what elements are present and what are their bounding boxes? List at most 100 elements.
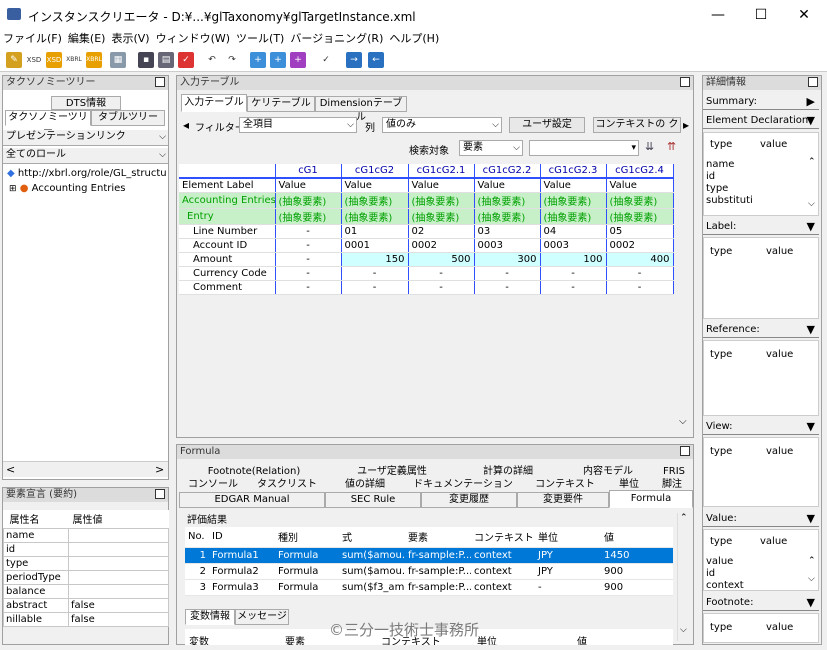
element-declaration-section[interactable]: Element Declaration: ▼	[703, 113, 819, 129]
grid-cell[interactable]: -	[408, 266, 475, 281]
collapse-icon[interactable]: ▼	[807, 322, 815, 338]
grid-cell[interactable]: 100	[540, 252, 607, 267]
add2-icon[interactable]: +	[290, 52, 306, 68]
grid-cell[interactable]: (抽象要素)	[474, 208, 541, 225]
grid-cell[interactable]: (抽象要素)	[341, 192, 409, 209]
scroll-up-icon[interactable]: ⌃	[680, 513, 688, 523]
grid-cell[interactable]: 400	[606, 252, 674, 267]
tab-edgar-manual[interactable]: EDGAR Manual	[179, 492, 325, 508]
grid-cell[interactable]: (抽象要素)	[341, 208, 409, 225]
table-row[interactable]: Entry (抽象要素) (抽象要素) (抽象要素) (抽象要素) (抽象要素)…	[179, 208, 674, 225]
tab-task-list[interactable]: タスクリスト	[247, 478, 327, 492]
grid-cell[interactable]: (抽象要素)	[540, 208, 607, 225]
table-row[interactable]: id	[3, 541, 169, 557]
menu-window[interactable]: ウィンドウ(W)	[153, 30, 233, 48]
grid-cell[interactable]: 150	[341, 252, 409, 267]
context-button[interactable]: コンテキストの ク	[593, 117, 681, 133]
table-row[interactable]: Accounting Entries (抽象要素) (抽象要素) (抽象要素) …	[179, 192, 674, 209]
maximize-icon[interactable]	[680, 446, 690, 456]
table-row[interactable]: 1 Formula1 Formula sum($amou... fr-sample:P.…	[185, 547, 673, 564]
xbrl-icon[interactable]: XBRL	[66, 52, 82, 68]
menu-view[interactable]: 表示(V)	[108, 30, 152, 48]
col-header[interactable]: cG1cG2.4	[606, 164, 674, 179]
horizontal-scrollbar[interactable]: < >	[3, 461, 168, 477]
minimize-button[interactable]: —	[695, 0, 741, 30]
table-row[interactable]: Account ID - 0001 0002 0003 0003 0002	[179, 238, 674, 253]
grid-cell[interactable]: -	[341, 266, 409, 281]
scroll-right-icon[interactable]: >	[155, 463, 164, 476]
tab-table-tree[interactable]: タブルツリー	[91, 110, 165, 126]
xbrl-new-icon[interactable]: XBRL	[86, 52, 102, 68]
footnote-section[interactable]: Footnote: ▼	[703, 595, 819, 611]
grid-cell[interactable]: 0002	[606, 238, 674, 253]
tab-value-detail[interactable]: 値の詳細	[327, 478, 403, 492]
maximize-icon[interactable]	[680, 77, 690, 87]
value-section[interactable]: Value: ▼	[703, 511, 819, 527]
menu-tools[interactable]: ツール(T)	[233, 30, 287, 48]
xsd-icon[interactable]: XSD	[26, 52, 42, 68]
add-icon[interactable]: +	[270, 52, 286, 68]
menu-help[interactable]: ヘルプ(H)	[386, 30, 442, 48]
redo-icon[interactable]: ↷	[224, 52, 240, 68]
collapse-icon[interactable]: ▼	[807, 419, 815, 435]
grid-cell[interactable]: (抽象要素)	[606, 192, 674, 209]
user-setting-button[interactable]: ユーザ設定	[509, 117, 585, 133]
view-section[interactable]: View: ▼	[703, 419, 819, 435]
role-filter-select[interactable]: 全てのロール ⌵	[3, 148, 168, 164]
tab-change-requirement[interactable]: 変更要件	[517, 492, 609, 508]
grid-cell[interactable]: 500	[408, 252, 475, 267]
col-header[interactable]: cG1cG2	[341, 164, 409, 179]
grid-cell[interactable]: (抽象要素)	[474, 192, 541, 209]
col-header[interactable]: cG1	[275, 164, 342, 179]
tab-message[interactable]: メッセージ	[235, 609, 289, 625]
undo-icon[interactable]: ↶	[204, 52, 220, 68]
collapse-icon[interactable]: ▼	[807, 511, 815, 527]
grid-cell[interactable]: 05	[606, 224, 674, 239]
tree-node-role[interactable]: ◆ http://xbrl.org/role/GL_structure	[7, 168, 167, 182]
column-select[interactable]: 値のみ ⌵	[382, 117, 502, 133]
grid-cell[interactable]: 0001	[341, 238, 409, 253]
grid-cell[interactable]: 0003	[540, 238, 607, 253]
scroll-up-icon[interactable]: ⌃	[808, 556, 816, 566]
tab-context[interactable]: コンテキスト	[523, 478, 607, 492]
scroll-down-icon[interactable]: ⌵	[679, 416, 687, 427]
reference-section[interactable]: Reference: ▼	[703, 322, 819, 338]
tab-dts-info[interactable]: DTS情報	[51, 96, 121, 110]
scroll-left-icon[interactable]: ◂	[183, 118, 189, 132]
table-row[interactable]: Line Number - 01 02 03 04 05	[179, 224, 674, 239]
presentation-link-select[interactable]: プレゼンテーションリンク ⌵	[3, 130, 168, 146]
col-header[interactable]: cG1cG2.1	[408, 164, 475, 179]
label-section[interactable]: Label: ▼	[703, 219, 819, 235]
grid-cell[interactable]: 04	[540, 224, 607, 239]
grid-cell[interactable]: -	[408, 280, 475, 295]
scroll-right-icon[interactable]: ▸	[683, 118, 689, 132]
grid-cell[interactable]: -	[474, 280, 541, 295]
grid-cell[interactable]: 0002	[408, 238, 475, 253]
tab-console[interactable]: コンソール	[179, 478, 247, 492]
grid-cell[interactable]: 300	[474, 252, 541, 267]
collapse-icon[interactable]: ▼	[807, 219, 815, 235]
grid-cell[interactable]: -	[275, 224, 342, 239]
table-row[interactable]: nillable false	[3, 611, 169, 627]
scroll-down-icon[interactable]: ⌵	[680, 625, 687, 635]
grid-cell[interactable]: (抽象要素)	[275, 208, 342, 225]
table-row[interactable]: balance	[3, 583, 169, 599]
menu-file[interactable]: ファイル(F)	[0, 30, 65, 48]
export-icon[interactable]: ←	[368, 52, 384, 68]
scroll-left-icon[interactable]: <	[6, 463, 15, 476]
open-icon[interactable]: ✎	[6, 52, 22, 68]
tab-change-history[interactable]: 変更履歴	[421, 492, 517, 508]
check-icon[interactable]: ✓	[178, 52, 194, 68]
grid-cell[interactable]: -	[474, 266, 541, 281]
tree-node-accounting-entries[interactable]: ⊞ ● Accounting Entries	[9, 183, 169, 197]
tab-footnote-relation[interactable]: Footnote(Relation)	[179, 465, 329, 479]
summary-section[interactable]: Summary: ▶	[703, 94, 819, 110]
tab-input-table[interactable]: 入力テーブル	[181, 94, 247, 112]
maximize-icon[interactable]	[155, 489, 165, 499]
maximize-icon[interactable]	[808, 77, 818, 87]
search-next-icon[interactable]: ⇊	[645, 140, 654, 153]
grid-cell[interactable]: -	[275, 252, 342, 267]
grid-icon[interactable]: ▦	[110, 52, 126, 68]
scroll-up-icon[interactable]: ⌃	[808, 157, 816, 167]
menu-edit[interactable]: 編集(E)	[65, 30, 109, 48]
